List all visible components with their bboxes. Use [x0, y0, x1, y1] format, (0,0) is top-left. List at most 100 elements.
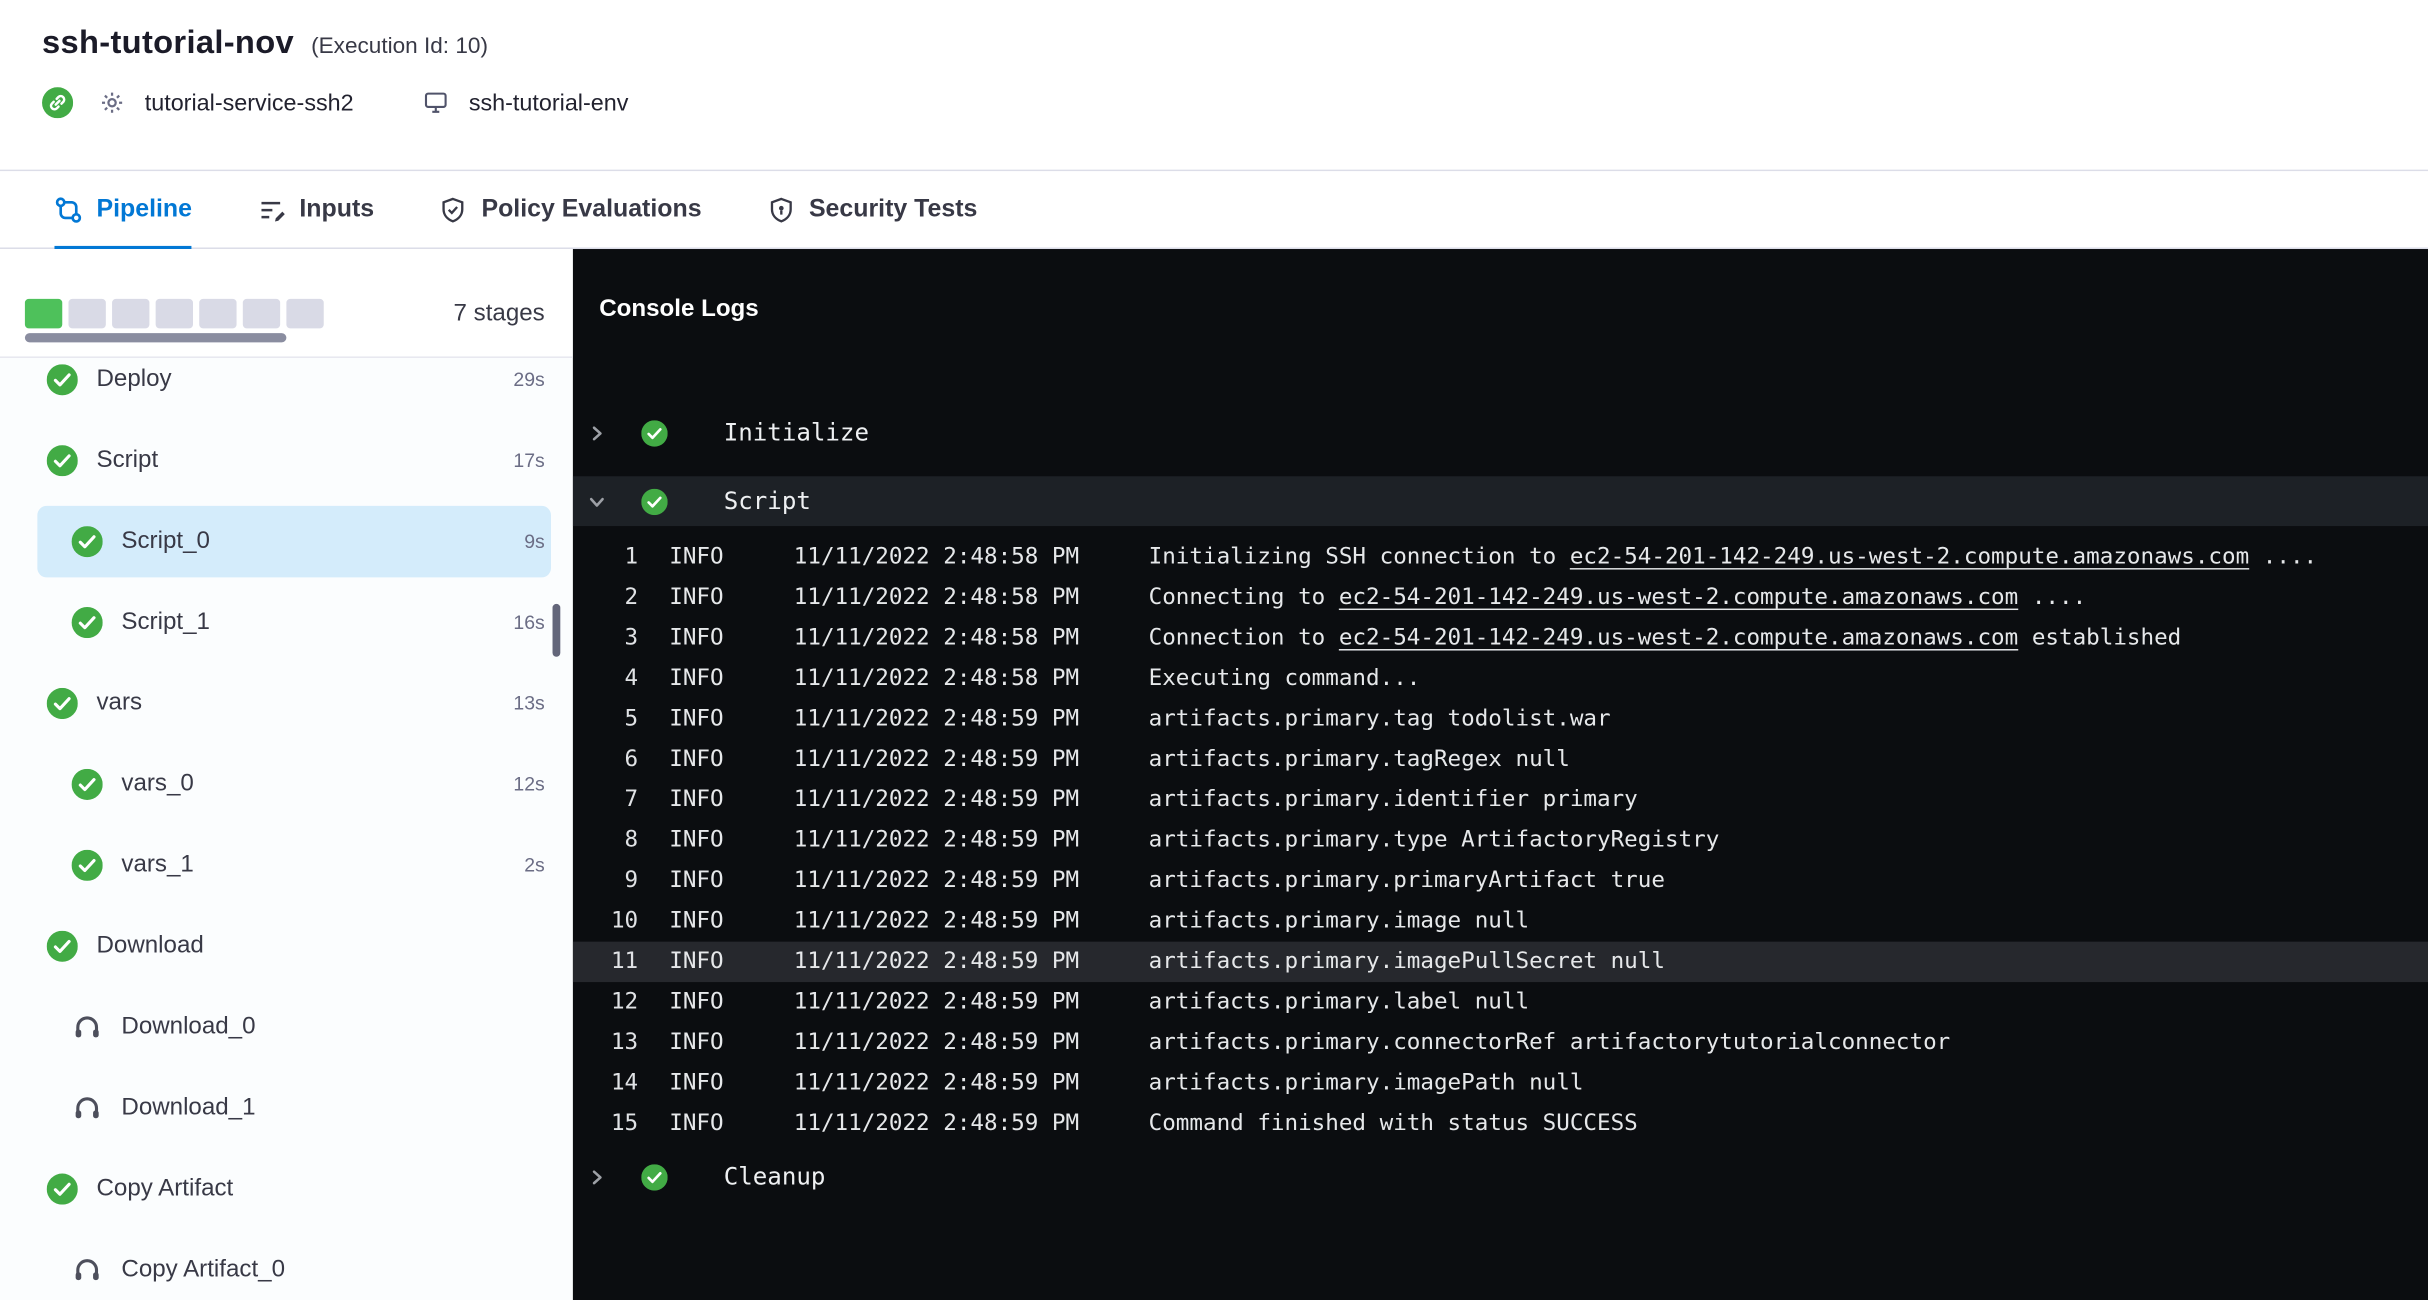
section-label: Script	[724, 487, 811, 515]
log-line-5: 5INFO11/11/2022 2:48:59 PMartifacts.prim…	[573, 699, 2428, 739]
stage-row-script[interactable]: Script17s	[0, 420, 573, 501]
line-number: 9	[585, 868, 638, 893]
stage-label: Download	[96, 932, 203, 960]
log-text: Connecting to	[1149, 585, 1339, 610]
stage-label: Deploy	[96, 366, 171, 394]
log-timestamp: 11/11/2022 2:48:58 PM	[794, 666, 1149, 691]
stage-progress-square	[68, 299, 105, 329]
log-text: artifacts.primary.image null	[1149, 909, 1529, 934]
log-link[interactable]: ec2-54-201-142-249.us-west-2.compute.ama…	[1339, 585, 2018, 610]
stage-label: Script_0	[121, 528, 210, 556]
log-link[interactable]: ec2-54-201-142-249.us-west-2.compute.ama…	[1339, 626, 2018, 651]
environment-name[interactable]: ssh-tutorial-env	[469, 89, 629, 115]
sidebar-scrollbar[interactable]	[553, 604, 561, 657]
log-timestamp: 11/11/2022 2:48:59 PM	[794, 1030, 1149, 1055]
log-level: INFO	[669, 707, 794, 732]
section-label: Cleanup	[724, 1163, 826, 1191]
stage-duration: 13s	[513, 693, 544, 715]
gear-icon[interactable]	[98, 89, 126, 117]
log-level: INFO	[669, 868, 794, 893]
page-title: ssh-tutorial-nov	[42, 25, 294, 62]
log-link[interactable]: ec2-54-201-142-249.us-west-2.compute.ama…	[1570, 545, 2249, 570]
stage-label: vars	[96, 689, 142, 717]
stage-duration: 17s	[513, 450, 544, 472]
log-section-script[interactable]: Script	[573, 476, 2428, 526]
step-group-icon	[72, 1093, 103, 1124]
log-section-initialize[interactable]: Initialize	[573, 408, 2428, 458]
success-check-icon	[47, 1174, 78, 1205]
stage-label: vars_0	[121, 770, 193, 798]
stage-label: Copy Artifact_0	[121, 1256, 285, 1284]
tab-policy-evaluations[interactable]: Policy Evaluations	[439, 171, 701, 247]
log-line-1: 1INFO11/11/2022 2:48:58 PMInitializing S…	[573, 537, 2428, 577]
log-text: artifacts.primary.imagePath null	[1149, 1071, 1584, 1096]
stage-duration: 2s	[524, 854, 545, 876]
log-text: artifacts.primary.connectorRef artifacto…	[1149, 1030, 1951, 1055]
chevron-right-icon[interactable]	[588, 1167, 610, 1186]
log-section-cleanup[interactable]: Cleanup	[573, 1152, 2428, 1202]
log-message: Initializing SSH connection to ec2-54-20…	[1149, 545, 2428, 570]
tab-label: Policy Evaluations	[481, 195, 701, 223]
success-check-icon	[72, 769, 103, 800]
log-line-6: 6INFO11/11/2022 2:48:59 PMartifacts.prim…	[573, 739, 2428, 779]
log-line-10: 10INFO11/11/2022 2:48:59 PMartifacts.pri…	[573, 901, 2428, 941]
stage-row-download-0[interactable]: Download_0	[0, 987, 573, 1068]
success-check-icon	[72, 526, 103, 557]
success-check-icon	[641, 419, 667, 445]
line-number: 14	[585, 1071, 638, 1096]
stage-progress-square	[199, 299, 236, 329]
main-content: 7 stages Deploy29sScript17sScript_09sScr…	[0, 249, 2428, 1300]
line-number: 1	[585, 545, 638, 570]
log-level: INFO	[669, 788, 794, 813]
stage-label: Download_0	[121, 1013, 255, 1041]
stages-sidebar: 7 stages Deploy29sScript17sScript_09sScr…	[0, 249, 573, 1300]
chevron-right-icon[interactable]	[588, 423, 610, 442]
stage-row-download-1[interactable]: Download_1	[0, 1068, 573, 1149]
stage-row-script-0[interactable]: Script_09s	[0, 501, 573, 582]
log-timestamp: 11/11/2022 2:48:58 PM	[794, 626, 1149, 651]
line-number: 5	[585, 707, 638, 732]
pipeline-icon	[54, 195, 82, 223]
service-name[interactable]: tutorial-service-ssh2	[145, 89, 354, 115]
progress-scrollbar[interactable]	[25, 333, 286, 342]
log-timestamp: 11/11/2022 2:48:59 PM	[794, 1111, 1149, 1136]
log-message: artifacts.primary.imagePath null	[1149, 1071, 2428, 1096]
step-group-icon	[72, 1254, 103, 1285]
log-message: Executing command...	[1149, 666, 2428, 691]
stage-row-download[interactable]: Download	[0, 906, 573, 987]
log-line-12: 12INFO11/11/2022 2:48:59 PMartifacts.pri…	[573, 982, 2428, 1022]
stage-progress-square	[156, 299, 193, 329]
stage-row-script-1[interactable]: Script_116s	[0, 582, 573, 663]
stage-progress-square	[25, 299, 62, 329]
chevron-down-icon[interactable]	[588, 492, 610, 511]
line-number: 8	[585, 828, 638, 853]
stage-row-vars-0[interactable]: vars_012s	[0, 744, 573, 825]
log-text: established	[2018, 626, 2181, 651]
inputs-icon	[257, 195, 285, 223]
stage-duration: 29s	[513, 369, 544, 391]
environment-icon	[422, 89, 450, 117]
log-line-7: 7INFO11/11/2022 2:48:59 PMartifacts.prim…	[573, 780, 2428, 820]
tab-security-tests[interactable]: Security Tests	[767, 171, 977, 247]
stage-row-copy-artifact-0[interactable]: Copy Artifact_0	[0, 1230, 573, 1300]
stage-row-vars-1[interactable]: vars_12s	[0, 825, 573, 906]
stage-row-copy-artifact[interactable]: Copy Artifact	[0, 1149, 573, 1230]
log-line-4: 4INFO11/11/2022 2:48:58 PMExecuting comm…	[573, 658, 2428, 698]
log-line-15: 15INFO11/11/2022 2:48:59 PMCommand finis…	[573, 1103, 2428, 1143]
log-message: artifacts.primary.type ArtifactoryRegist…	[1149, 828, 2428, 853]
stage-progress-square	[243, 299, 280, 329]
meta-row: tutorial-service-ssh2 ssh-tutorial-env	[42, 87, 2428, 118]
tab-pipeline[interactable]: Pipeline	[54, 171, 192, 247]
log-timestamp: 11/11/2022 2:48:59 PM	[794, 990, 1149, 1015]
log-message: artifacts.primary.imagePullSecret null	[1149, 949, 2428, 974]
log-message: artifacts.primary.tagRegex null	[1149, 747, 2428, 772]
line-number: 2	[585, 585, 638, 610]
tab-inputs[interactable]: Inputs	[257, 171, 374, 247]
log-line-2: 2INFO11/11/2022 2:48:58 PMConnecting to …	[573, 577, 2428, 617]
log-timestamp: 11/11/2022 2:48:59 PM	[794, 707, 1149, 732]
stage-row-vars[interactable]: vars 13s	[0, 663, 573, 744]
success-check-icon	[47, 364, 78, 395]
log-text: Initializing SSH connection to	[1149, 545, 1570, 570]
log-timestamp: 11/11/2022 2:48:59 PM	[794, 747, 1149, 772]
log-text: Connection to	[1149, 626, 1339, 651]
